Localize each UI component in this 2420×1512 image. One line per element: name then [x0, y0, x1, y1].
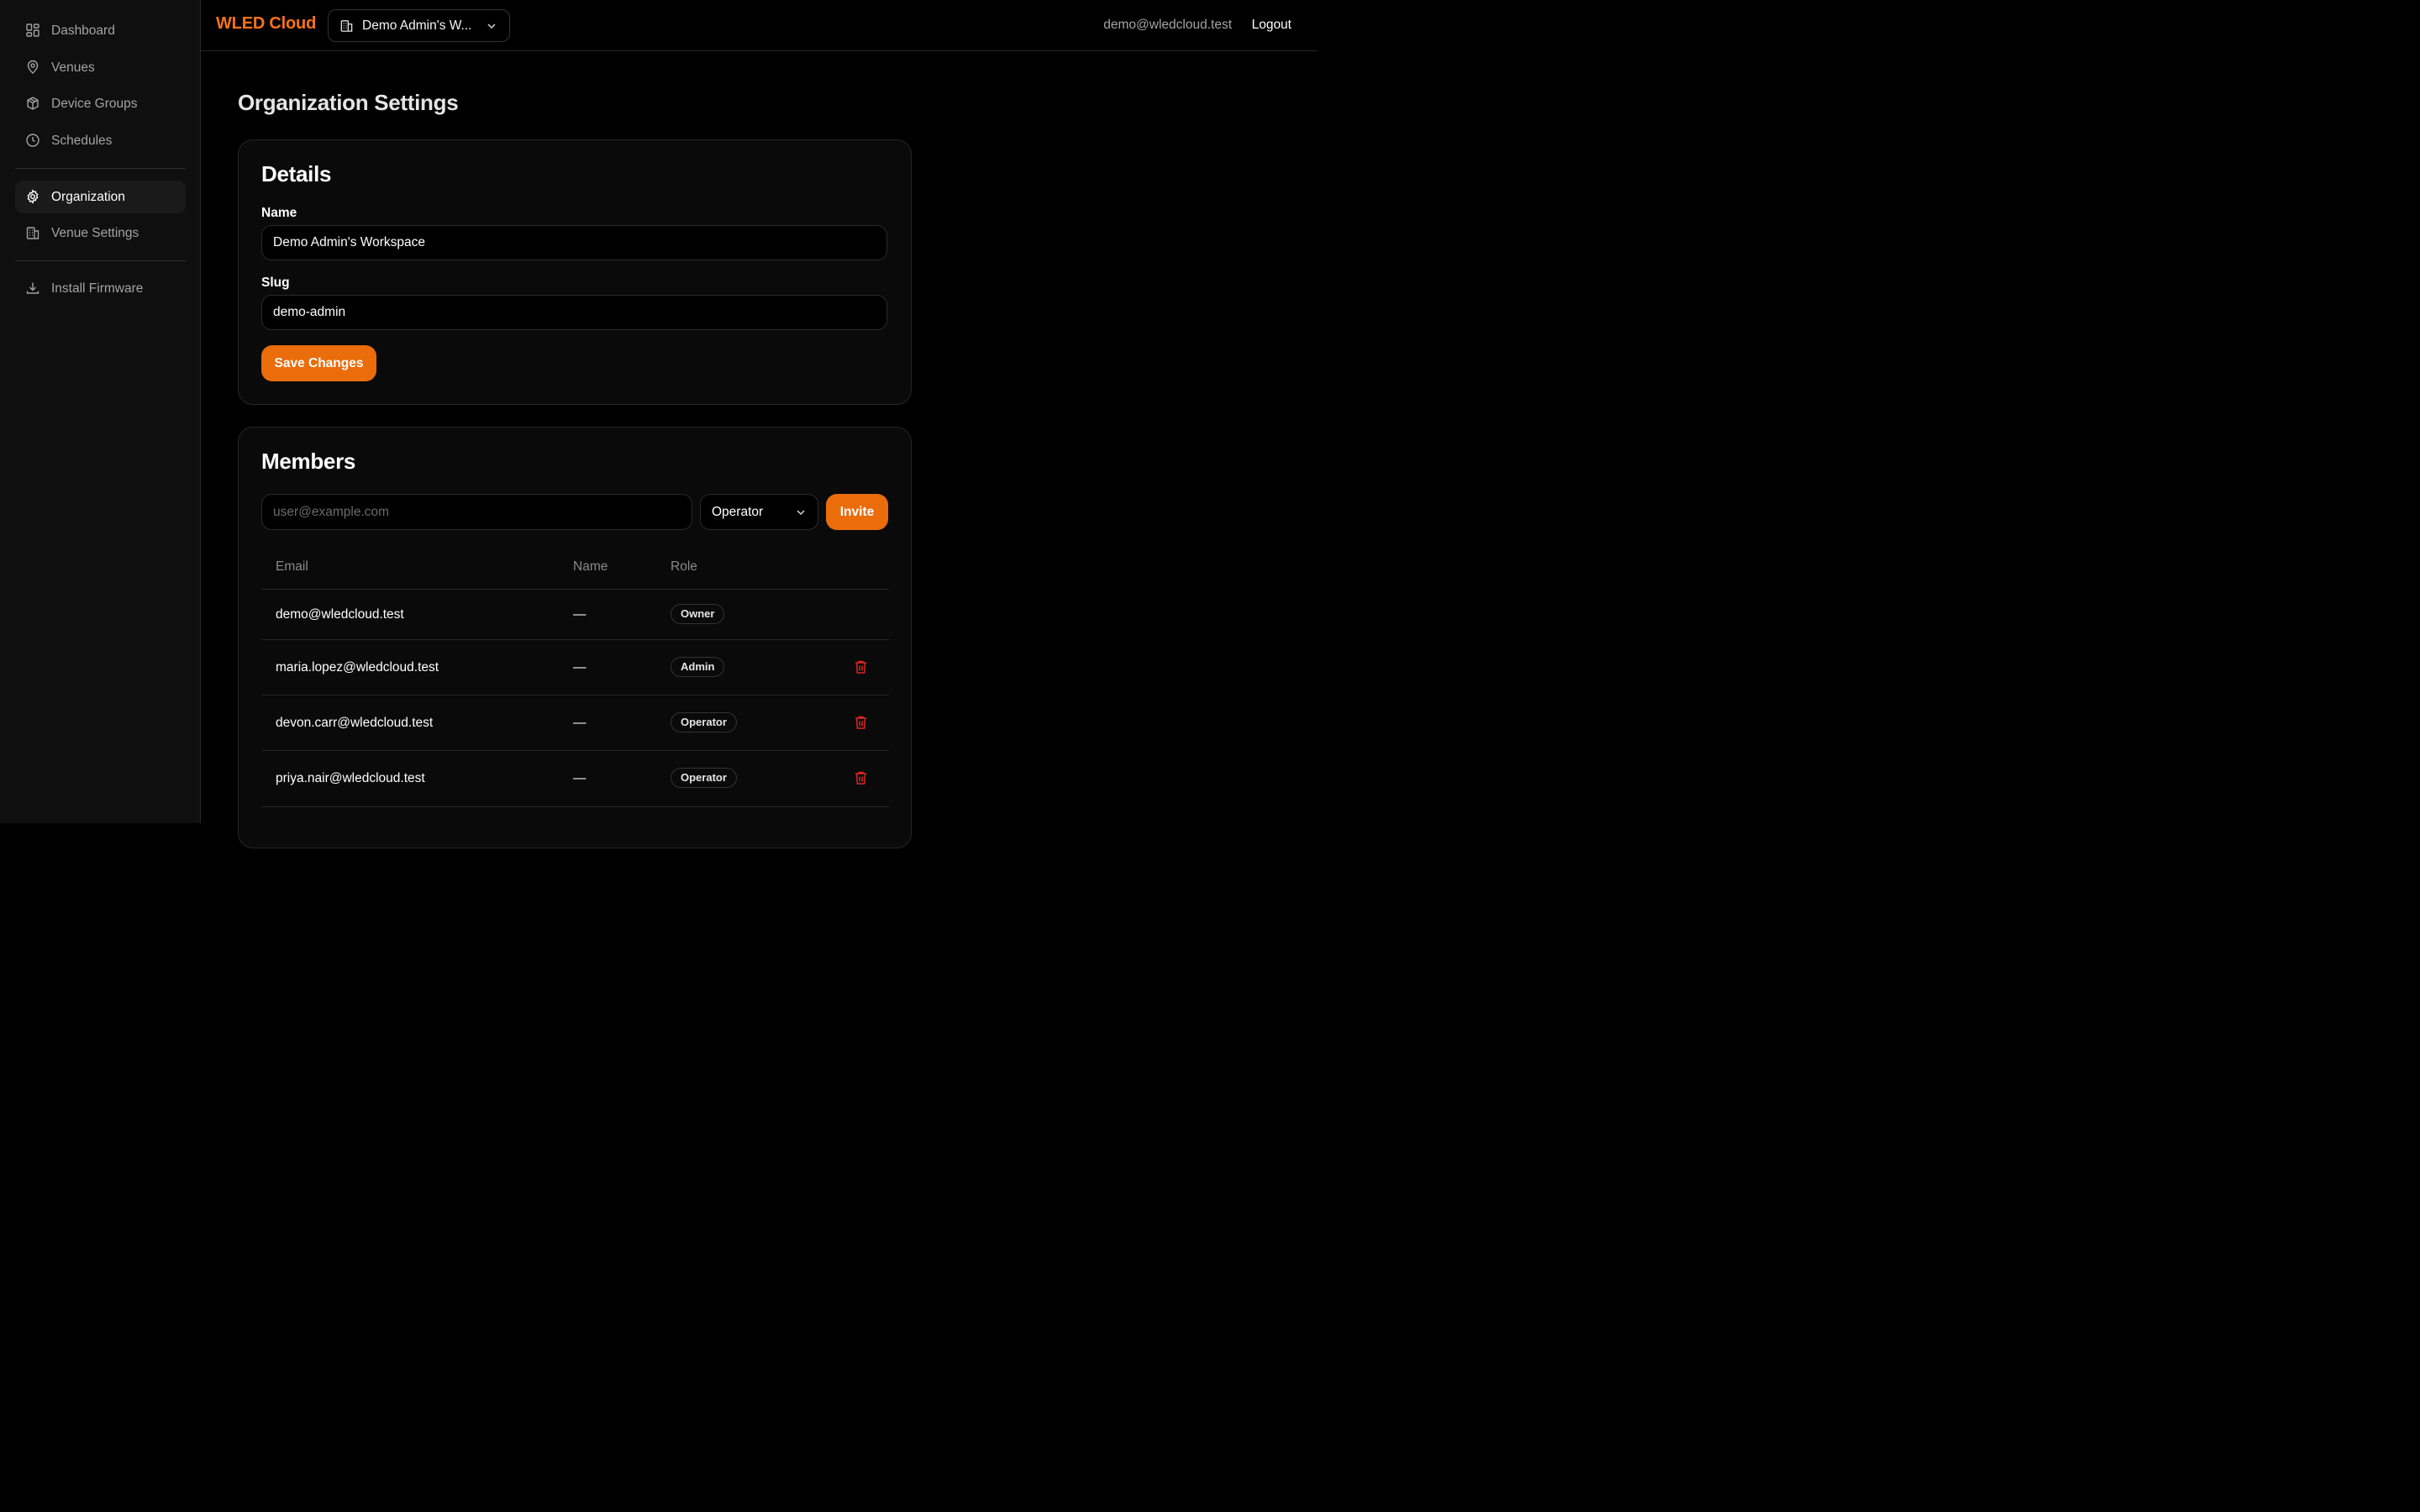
details-title: Details: [261, 161, 332, 186]
sidebar-item-label: Device Groups: [51, 97, 138, 111]
save-changes-button[interactable]: Save Changes: [261, 345, 376, 381]
sidebar-item-label: Organization: [51, 190, 125, 204]
details-card: Details Name Slug Save Changes: [238, 139, 912, 405]
sidebar-item-schedules[interactable]: Schedules: [15, 124, 186, 157]
clock-icon: [26, 134, 39, 147]
table-row: priya.nair@wledcloud.test — Operator: [261, 750, 889, 807]
sidebar-divider: [15, 168, 186, 169]
member-name: —: [573, 771, 587, 785]
role-select[interactable]: Operator: [700, 494, 818, 530]
chevron-down-icon: [797, 510, 805, 516]
download-icon: [26, 282, 39, 294]
org-switcher[interactable]: Demo Admin's W...: [328, 9, 510, 42]
name-input[interactable]: [261, 225, 887, 260]
building-icon: [340, 20, 353, 32]
member-name: —: [573, 716, 587, 730]
building-icon: [26, 227, 39, 239]
slug-label: Slug: [261, 276, 290, 290]
sidebar-item-dashboard[interactable]: Dashboard: [15, 14, 186, 47]
member-name: —: [573, 660, 587, 675]
member-email: maria.lopez@wledcloud.test: [276, 660, 439, 675]
gear-icon: [27, 189, 39, 204]
role-badge: Admin: [671, 657, 725, 677]
member-email: devon.carr@wledcloud.test: [276, 716, 434, 730]
slug-input[interactable]: [261, 295, 887, 330]
column-header-role[interactable]: Role: [671, 559, 697, 575]
dashboard-icon: [26, 24, 39, 37]
logout-button[interactable]: Logout: [1252, 18, 1292, 33]
top-bar: WLED Cloud Demo Admin's W... demo@wledcl…: [201, 0, 1318, 51]
sidebar-item-venues[interactable]: Venues: [15, 51, 186, 84]
map-pin-icon: [27, 60, 39, 74]
sidebar-item-label: Schedules: [51, 134, 113, 148]
member-email: priya.nair@wledcloud.test: [276, 771, 425, 785]
table-row: maria.lopez@wledcloud.test — Admin: [261, 639, 889, 696]
role-select-value: Operator: [712, 505, 764, 519]
invite-button[interactable]: Invite: [826, 494, 888, 530]
sidebar: Dashboard Venues Device Groups Schedules…: [0, 0, 201, 823]
member-name: —: [573, 607, 587, 622]
box-icon: [27, 97, 39, 110]
role-badge: Owner: [671, 604, 725, 624]
member-email: demo@wledcloud.test: [276, 607, 404, 622]
sidebar-item-label: Venues: [51, 60, 95, 75]
members-card: Members Operator Invite Email Name Role …: [238, 427, 912, 848]
chevron-down-icon: [487, 24, 496, 29]
trash-icon[interactable]: [854, 659, 868, 675]
table-row: devon.carr@wledcloud.test — Operator: [261, 695, 889, 751]
column-header-email[interactable]: Email: [276, 559, 308, 575]
sidebar-item-label: Install Firmware: [51, 281, 144, 296]
sidebar-item-install-firmware[interactable]: Install Firmware: [15, 272, 186, 305]
brand-logo[interactable]: WLED Cloud: [216, 14, 316, 34]
trash-icon[interactable]: [854, 770, 868, 785]
invite-email-input[interactable]: [261, 494, 692, 530]
page-title: Organization Settings: [238, 90, 459, 115]
name-label: Name: [261, 206, 297, 220]
sidebar-item-label: Venue Settings: [51, 226, 139, 240]
trash-icon[interactable]: [854, 715, 868, 730]
column-header-name[interactable]: Name: [573, 559, 608, 575]
role-badge: Operator: [671, 712, 737, 732]
sidebar-item-organization[interactable]: Organization: [15, 181, 186, 213]
user-email: demo@wledcloud.test: [1103, 18, 1232, 32]
sidebar-item-device-groups[interactable]: Device Groups: [15, 87, 186, 120]
role-badge: Operator: [671, 768, 737, 788]
table-row: demo@wledcloud.test — Owner: [261, 589, 889, 640]
sidebar-item-label: Dashboard: [51, 24, 115, 38]
sidebar-item-venue-settings[interactable]: Venue Settings: [15, 217, 186, 249]
members-title: Members: [261, 449, 356, 474]
sidebar-divider: [15, 260, 186, 261]
org-switcher-label: Demo Admin's W...: [362, 18, 472, 33]
